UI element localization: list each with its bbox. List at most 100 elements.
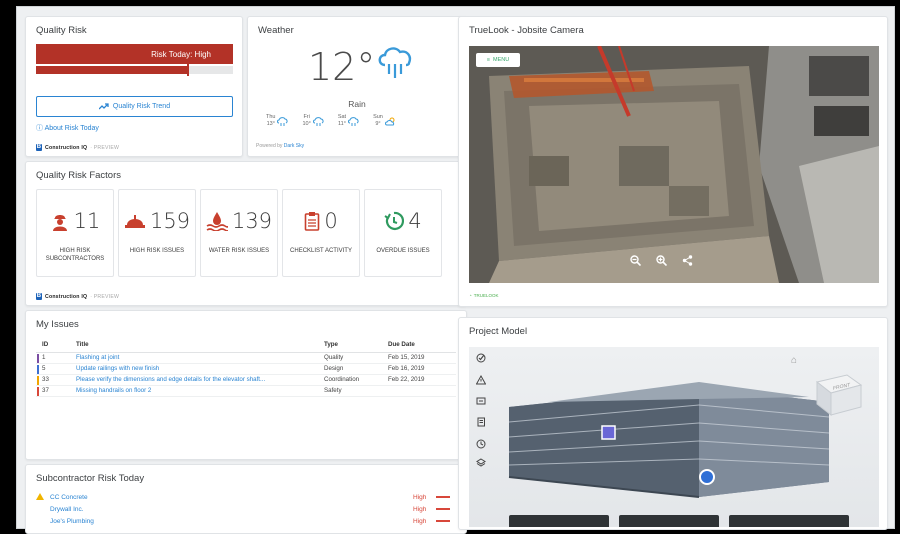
water-risk-icon bbox=[206, 212, 228, 231]
issues-table: ID Title Type Due Date 1 Flashing at joi… bbox=[36, 338, 456, 397]
rain-cloud-icon bbox=[378, 47, 412, 78]
comment-icon[interactable] bbox=[475, 395, 487, 407]
home-icon[interactable]: ⌂ bbox=[791, 355, 797, 366]
screen-frame: Quality Risk Risk Today: High Quality Ri… bbox=[0, 0, 900, 534]
table-header-row: ID Title Type Due Date bbox=[36, 338, 456, 353]
zoom-out-icon[interactable] bbox=[628, 253, 642, 267]
column-header-id[interactable]: ID bbox=[36, 338, 76, 353]
issue-title-link[interactable]: Update railings with new finish bbox=[76, 363, 324, 375]
risk-meter-fill bbox=[36, 66, 188, 74]
table-row[interactable]: 37 Missing handrails on floor 2 Safety bbox=[36, 385, 456, 397]
truelook-brand: TRUELOOK bbox=[473, 293, 499, 298]
forecast-day: Fri 10° bbox=[302, 114, 324, 128]
forecast-day-name: Sun bbox=[373, 114, 383, 120]
table-row[interactable]: 1 Flashing at joint Quality Feb 15, 2019 bbox=[36, 352, 456, 364]
camera-menu-button[interactable]: ≡ MENU bbox=[476, 53, 520, 67]
forecast-day: Thu 13° bbox=[266, 114, 289, 128]
column-header-title[interactable]: Title bbox=[76, 338, 324, 353]
issue-id: 1 bbox=[36, 352, 76, 364]
overdue-icon bbox=[384, 211, 405, 230]
checkmark-icon[interactable] bbox=[475, 352, 487, 364]
about-risk-label: About Risk Today bbox=[44, 125, 99, 132]
construction-iq-footer: B Construction IQ · PREVIEW bbox=[36, 293, 119, 300]
dark-sky-link[interactable]: Dark Sky bbox=[284, 143, 304, 149]
subcontractor-name-link[interactable]: Drywall Inc. bbox=[50, 506, 84, 513]
model-viewer[interactable]: ⌂ FRONT bbox=[469, 347, 879, 527]
preview-tag: · PREVIEW bbox=[90, 144, 120, 151]
list-item[interactable]: CC Concrete High bbox=[36, 492, 456, 502]
about-risk-link[interactable]: ⓘ About Risk Today bbox=[36, 123, 99, 133]
rain-cloud-icon bbox=[312, 116, 324, 126]
warning-icon[interactable] bbox=[475, 374, 487, 386]
card-title: My Issues bbox=[36, 319, 79, 330]
rain-cloud-icon bbox=[277, 116, 289, 126]
subcontractor-name-link[interactable]: CC Concrete bbox=[50, 494, 88, 501]
issue-due-date bbox=[388, 385, 456, 397]
risk-meter bbox=[36, 64, 233, 76]
worker-icon bbox=[52, 215, 67, 231]
jobsite-camera-feed[interactable]: ≡ MENU bbox=[469, 46, 879, 283]
factor-high-risk-issues[interactable]: 159 HIGH RISK ISSUES bbox=[118, 189, 196, 277]
issue-id: 37 bbox=[36, 385, 76, 397]
forecast-temp: 10° bbox=[302, 121, 311, 127]
issue-title-link[interactable]: Missing handrails on floor 2 bbox=[76, 385, 324, 397]
factor-overdue-issues[interactable]: 4 OVERDUE ISSUES bbox=[364, 189, 442, 277]
subcontractor-name-link[interactable]: Joe's Plumbing bbox=[50, 518, 94, 525]
list-item[interactable]: Joe's Plumbing High bbox=[36, 516, 456, 526]
card-title: Subcontractor Risk Today bbox=[36, 473, 145, 484]
forecast-temp: 9° bbox=[375, 121, 381, 127]
weather-condition: Rain bbox=[348, 99, 366, 109]
construction-iq-brand: Construction IQ bbox=[45, 144, 88, 151]
preview-tag: · PREVIEW bbox=[90, 293, 120, 300]
issue-type: Coordination bbox=[324, 374, 388, 386]
table-row[interactable]: 33 Please verify the dimensions and edge… bbox=[36, 374, 456, 386]
column-header-due-date[interactable]: Due Date bbox=[388, 338, 456, 353]
layers-icon[interactable] bbox=[475, 457, 487, 469]
document-icon[interactable] bbox=[475, 416, 487, 428]
quality-risk-factors-card: Quality Risk Factors 11 HIGH RISK SUBCON… bbox=[25, 161, 467, 306]
factor-label: OVERDUE ISSUES bbox=[376, 248, 430, 254]
forecast-day-name: Fri bbox=[303, 114, 310, 120]
risk-level: High bbox=[413, 505, 427, 513]
info-icon: ⓘ bbox=[36, 125, 43, 132]
subcontractor-risk-card: Subcontractor Risk Today CC Concrete Hig… bbox=[25, 464, 467, 534]
issue-due-date: Feb 22, 2019 bbox=[388, 374, 456, 386]
quality-risk-card: Quality Risk Risk Today: High Quality Ri… bbox=[25, 16, 243, 157]
truelook-footer: ◔ TRUELOOK bbox=[469, 293, 498, 298]
trend-button-label: Quality Risk Trend bbox=[112, 103, 171, 110]
factor-checklist-activity[interactable]: 0 CHECKLIST ACTIVITY bbox=[282, 189, 360, 277]
factor-label: WATER RISK ISSUES bbox=[208, 248, 270, 254]
factor-high-risk-subcontractors[interactable]: 11 HIGH RISK SUBCONTRACTORS bbox=[36, 189, 114, 277]
factor-value: 4 bbox=[408, 209, 422, 233]
forecast-temp: 13° bbox=[266, 121, 275, 127]
card-title: Quality Risk bbox=[36, 25, 87, 36]
factor-water-risk-issues[interactable]: 139 WATER RISK ISSUES bbox=[200, 189, 278, 277]
issue-due-date: Feb 16, 2019 bbox=[388, 363, 456, 375]
share-icon[interactable] bbox=[680, 253, 694, 267]
project-model-card: Project Model ⌂ FRONT bbox=[458, 317, 888, 530]
zoom-in-icon[interactable] bbox=[654, 253, 668, 267]
risk-level: High bbox=[413, 517, 427, 525]
card-title: Weather bbox=[258, 25, 294, 36]
quality-risk-trend-button[interactable]: Quality Risk Trend bbox=[36, 96, 233, 117]
card-title: Quality Risk Factors bbox=[36, 170, 121, 181]
hard-hat-icon bbox=[124, 215, 145, 228]
partly-cloudy-icon bbox=[384, 117, 395, 125]
issue-title-link[interactable]: Please verify the dimensions and edge de… bbox=[76, 374, 324, 386]
issue-title-link[interactable]: Flashing at joint bbox=[76, 352, 324, 364]
issue-due-date: Feb 15, 2019 bbox=[388, 352, 456, 364]
factor-value: 11 bbox=[73, 209, 101, 233]
clock-icon[interactable] bbox=[475, 438, 487, 450]
clipboard-icon bbox=[305, 212, 320, 231]
risk-indicator-line bbox=[436, 508, 450, 510]
table-row[interactable]: 5 Update railings with new finish Design… bbox=[36, 363, 456, 375]
risk-today-bar: Risk Today: High bbox=[36, 44, 233, 64]
camera-image bbox=[469, 46, 879, 283]
card-title: Project Model bbox=[469, 326, 528, 337]
card-title: TrueLook - Jobsite Camera bbox=[469, 25, 584, 36]
construction-iq-logo-icon: B bbox=[36, 144, 42, 151]
list-item[interactable]: Drywall Inc. High bbox=[36, 504, 456, 514]
truelook-logo-icon: ◔ bbox=[469, 293, 472, 298]
column-header-type[interactable]: Type bbox=[324, 338, 388, 353]
powered-prefix: Powered by bbox=[256, 143, 283, 149]
